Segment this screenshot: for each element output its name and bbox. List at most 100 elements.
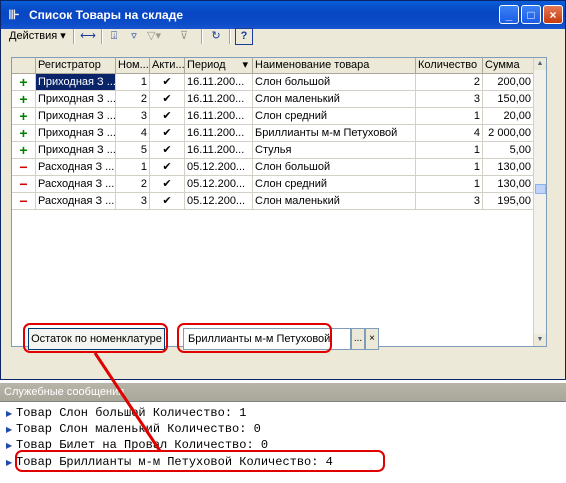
message-line: ▶ Товар Слон маленький Количество: 0 [6, 421, 261, 437]
sum-cell[interactable]: 2 000,00 [483, 125, 534, 142]
period-cell[interactable]: 16.11.200... [185, 91, 253, 108]
table-row[interactable]: − Расходная З ... 2 ✔ 05.12.200... Слон средн… [12, 176, 534, 193]
table-row[interactable]: − Расходная З ... 3 ✔ 05.12.200... Слон мален… [12, 193, 534, 210]
number-cell[interactable]: 2 [116, 176, 150, 193]
column-header-quantity[interactable]: Количество [416, 58, 483, 73]
table-row[interactable]: + Приходная З ... 3 ✔ 16.11.200... Слон средн… [12, 108, 534, 125]
sync-icon[interactable]: ⟷ [79, 28, 97, 45]
row-mark-icon: − [12, 193, 36, 210]
title-bar[interactable]: ⊪ Список Товары на складе _ □ × [1, 1, 565, 29]
quantity-cell[interactable]: 1 [416, 108, 483, 125]
item-name-cell[interactable]: Слон средний [253, 176, 416, 193]
messages-panel-title: Служебные сообщения [0, 383, 566, 401]
help-icon[interactable]: ? [235, 28, 253, 45]
refresh-icon[interactable]: ↻ [207, 28, 225, 45]
column-header-period[interactable]: Период ▾ [185, 58, 253, 73]
quantity-cell[interactable]: 1 [416, 142, 483, 159]
number-cell[interactable]: 3 [116, 108, 150, 125]
registrar-cell[interactable]: Расходная З ... [36, 159, 116, 176]
number-cell[interactable]: 4 [116, 125, 150, 142]
registrar-cell[interactable]: Приходная З ... [36, 125, 116, 142]
filter-icon[interactable]: ⍗ [105, 28, 123, 45]
filter-set-icon[interactable]: ▿ [125, 28, 143, 45]
period-cell[interactable]: 05.12.200... [185, 176, 253, 193]
period-cell[interactable]: 16.11.200... [185, 108, 253, 125]
bullet-icon: ▶ [6, 442, 13, 451]
sum-cell[interactable]: 150,00 [483, 91, 534, 108]
registrar-cell[interactable]: Приходная З ... [36, 74, 116, 91]
period-cell[interactable]: 16.11.200... [185, 125, 253, 142]
quantity-cell[interactable]: 3 [416, 193, 483, 210]
sum-cell[interactable]: 5,00 [483, 142, 534, 159]
quantity-cell[interactable]: 2 [416, 74, 483, 91]
filter-off-icon[interactable]: ▽▾ [145, 28, 163, 45]
active-checkmark-icon: ✔ [150, 74, 185, 91]
select-button[interactable]: ... [351, 328, 365, 350]
item-name-cell[interactable]: Слон большой [253, 74, 416, 91]
active-checkmark-icon: ✔ [150, 142, 185, 159]
actions-menu[interactable]: Действия ▾ [9, 28, 66, 45]
quantity-cell[interactable]: 3 [416, 91, 483, 108]
sum-cell[interactable]: 200,00 [483, 74, 534, 91]
number-cell[interactable]: 1 [116, 74, 150, 91]
goods-table: Регистратор Ном... Акти... Период ▾ Наим… [11, 57, 547, 347]
quantity-cell[interactable]: 4 [416, 125, 483, 142]
active-checkmark-icon: ✔ [150, 125, 185, 142]
toolbar-divider [229, 29, 231, 44]
table-row[interactable]: + Приходная З ... 4 ✔ 16.11.200... Бриллианты… [12, 125, 534, 142]
period-cell[interactable]: 05.12.200... [185, 193, 253, 210]
table-row[interactable]: − Расходная З ... 1 ✔ 05.12.200... Слон больш… [12, 159, 534, 176]
registrar-cell[interactable]: Приходная З ... [36, 142, 116, 159]
scroll-up-icon[interactable]: ▲ [534, 58, 546, 70]
item-name-cell[interactable]: Стулья [253, 142, 416, 159]
close-button[interactable]: × [543, 5, 563, 24]
item-name-cell[interactable]: Бриллианты м-м Петуховой [253, 125, 416, 142]
clear-filter-icon[interactable]: ⊽ [175, 28, 193, 45]
sum-cell[interactable]: 195,00 [483, 193, 534, 210]
active-checkmark-icon: ✔ [150, 176, 185, 193]
column-header-number[interactable]: Ном... [116, 58, 150, 73]
item-name-cell[interactable]: Слон маленький [253, 91, 416, 108]
item-name-cell[interactable]: Слон маленький [253, 193, 416, 210]
period-cell[interactable]: 16.11.200... [185, 142, 253, 159]
column-header-active[interactable]: Акти... [150, 58, 185, 73]
table-row[interactable]: + Приходная З ... 1 ✔ 16.11.200... Слон больш… [12, 74, 534, 91]
active-checkmark-icon: ✔ [150, 108, 185, 125]
table-row[interactable]: + Приходная З ... 5 ✔ 16.11.200... Стулья 1 5,0… [12, 142, 534, 159]
item-name-cell[interactable]: Слон большой [253, 159, 416, 176]
column-header-sum[interactable]: Сумма [483, 58, 534, 73]
clear-button[interactable]: × [365, 328, 379, 350]
row-mark-icon: − [12, 176, 36, 193]
registrar-cell[interactable]: Расходная З ... [36, 193, 116, 210]
scroll-down-icon[interactable]: ▼ [534, 334, 546, 346]
number-cell[interactable]: 3 [116, 193, 150, 210]
column-header-name[interactable]: Наименование товара [253, 58, 416, 73]
number-cell[interactable]: 5 [116, 142, 150, 159]
sum-cell[interactable]: 130,00 [483, 159, 534, 176]
number-cell[interactable]: 2 [116, 91, 150, 108]
column-header-registrar[interactable]: Регистратор [36, 58, 116, 73]
registrar-cell[interactable]: Расходная З ... [36, 176, 116, 193]
quantity-cell[interactable]: 1 [416, 159, 483, 176]
maximize-button[interactable]: □ [521, 5, 541, 24]
minimize-button[interactable]: _ [499, 5, 519, 24]
number-cell[interactable]: 1 [116, 159, 150, 176]
row-mark-icon: + [12, 142, 36, 159]
message-line: ▶ Товар Слон большой Количество: 1 [6, 405, 246, 421]
table-row[interactable]: + Приходная З ... 2 ✔ 16.11.200... Слон мален… [12, 91, 534, 108]
toolbar-divider [101, 29, 103, 44]
sum-cell[interactable]: 20,00 [483, 108, 534, 125]
highlight-button-outline [23, 323, 168, 353]
scroll-thumb[interactable] [535, 184, 546, 194]
app-icon: ⊪ [8, 7, 20, 22]
quantity-cell[interactable]: 1 [416, 176, 483, 193]
registrar-cell[interactable]: Приходная З ... [36, 108, 116, 125]
active-checkmark-icon: ✔ [150, 193, 185, 210]
vertical-scrollbar[interactable]: ▲ ▼ [533, 58, 546, 346]
registrar-cell[interactable]: Приходная З ... [36, 91, 116, 108]
sum-cell[interactable]: 130,00 [483, 176, 534, 193]
period-cell[interactable]: 05.12.200... [185, 159, 253, 176]
item-name-cell[interactable]: Слон средний [253, 108, 416, 125]
active-checkmark-icon: ✔ [150, 159, 185, 176]
period-cell[interactable]: 16.11.200... [185, 74, 253, 91]
